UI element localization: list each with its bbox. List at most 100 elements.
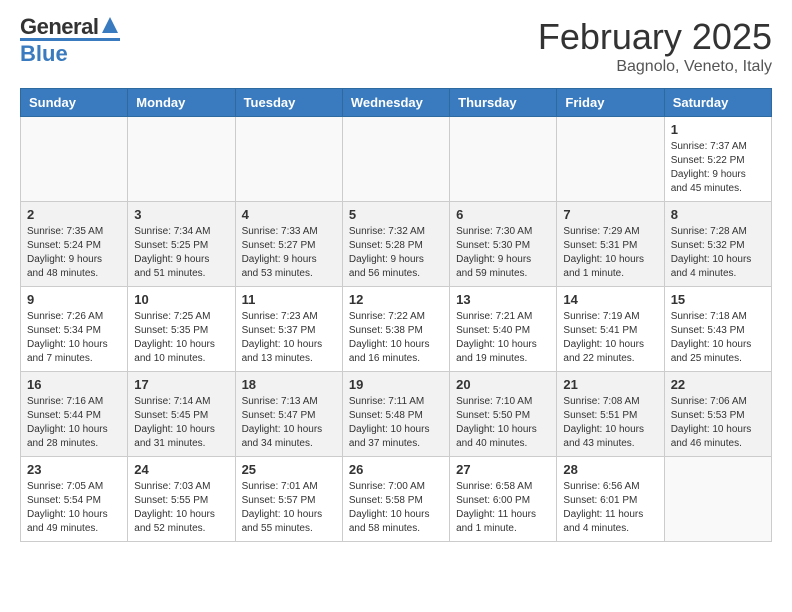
- day-info: Sunrise: 7:19 AM Sunset: 5:41 PM Dayligh…: [563, 310, 657, 366]
- day-number: 5: [349, 207, 443, 222]
- calendar-header-saturday: Saturday: [664, 89, 771, 117]
- logo-general-text: General: [20, 16, 98, 38]
- day-info: Sunrise: 7:06 AM Sunset: 5:53 PM Dayligh…: [671, 395, 765, 451]
- calendar-cell: 3 Sunrise: 7:34 AM Sunset: 5:25 PM Daylig…: [128, 202, 235, 287]
- calendar-cell: 8Sunrise: 7:28 AM Sunset: 5:32 PM Daylig…: [664, 202, 771, 287]
- day-info: Sunrise: 7:22 AM Sunset: 5:38 PM Dayligh…: [349, 310, 443, 366]
- day-info: Sunrise: 7:25 AM Sunset: 5:35 PM Dayligh…: [134, 310, 228, 366]
- day-number: 22: [671, 377, 765, 392]
- day-info: Sunrise: 7:32 AM Sunset: 5:28 PM Dayligh…: [349, 225, 443, 281]
- calendar-cell: 21 Sunrise: 7:08 AM Sunset: 5:51 PM Dayli…: [557, 372, 664, 457]
- day-info: Sunrise: 7:11 AM Sunset: 5:48 PM Dayligh…: [349, 395, 443, 451]
- calendar-cell: 12 Sunrise: 7:22 AM Sunset: 5:38 PM Dayli…: [342, 287, 449, 372]
- calendar-cell: [664, 457, 771, 542]
- calendar-cell: 16Sunrise: 7:16 AM Sunset: 5:44 PM Dayli…: [21, 372, 128, 457]
- calendar-table: SundayMondayTuesdayWednesdayThursdayFrid…: [20, 88, 772, 542]
- calendar-cell: 22 Sunrise: 7:06 AM Sunset: 5:53 PM Dayli…: [664, 372, 771, 457]
- calendar-cell: 27 Sunrise: 6:58 AM Sunset: 6:00 PM Dayli…: [450, 457, 557, 542]
- day-info: Sunrise: 7:30 AM Sunset: 5:30 PM Dayligh…: [456, 225, 550, 281]
- day-info: Sunrise: 7:23 AM Sunset: 5:37 PM Dayligh…: [242, 310, 336, 366]
- calendar-cell: 11 Sunrise: 7:23 AM Sunset: 5:37 PM Dayli…: [235, 287, 342, 372]
- day-info: Sunrise: 7:00 AM Sunset: 5:58 PM Dayligh…: [349, 480, 443, 536]
- day-number: 13: [456, 292, 550, 307]
- day-info: Sunrise: 7:05 AM Sunset: 5:54 PM Dayligh…: [27, 480, 121, 536]
- calendar-cell: 28 Sunrise: 6:56 AM Sunset: 6:01 PM Dayli…: [557, 457, 664, 542]
- day-info: Sunrise: 7:35 AM Sunset: 5:24 PM Dayligh…: [27, 225, 121, 281]
- main-container: General Blue February 2025 Bagnolo, Vene…: [0, 0, 792, 562]
- calendar-cell: 19 Sunrise: 7:11 AM Sunset: 5:48 PM Dayli…: [342, 372, 449, 457]
- day-number: 3: [134, 207, 228, 222]
- day-info: Sunrise: 7:03 AM Sunset: 5:55 PM Dayligh…: [134, 480, 228, 536]
- day-number: 28: [563, 462, 657, 477]
- day-number: 17: [134, 377, 228, 392]
- calendar-cell: 4 Sunrise: 7:33 AM Sunset: 5:27 PM Daylig…: [235, 202, 342, 287]
- calendar-cell: 24 Sunrise: 7:03 AM Sunset: 5:55 PM Dayli…: [128, 457, 235, 542]
- title-area: February 2025 Bagnolo, Veneto, Italy: [538, 16, 772, 76]
- calendar-cell: 17 Sunrise: 7:14 AM Sunset: 5:45 PM Dayli…: [128, 372, 235, 457]
- day-number: 20: [456, 377, 550, 392]
- day-info: Sunrise: 6:56 AM Sunset: 6:01 PM Dayligh…: [563, 480, 657, 536]
- calendar-cell: 15 Sunrise: 7:18 AM Sunset: 5:43 PM Dayli…: [664, 287, 771, 372]
- calendar-week-1: 1Sunrise: 7:37 AM Sunset: 5:22 PM Daylig…: [21, 117, 772, 202]
- day-info: Sunrise: 7:18 AM Sunset: 5:43 PM Dayligh…: [671, 310, 765, 366]
- day-info: Sunrise: 7:26 AM Sunset: 5:34 PM Dayligh…: [27, 310, 121, 366]
- day-number: 2: [27, 207, 121, 222]
- logo: General Blue: [20, 16, 120, 65]
- calendar-week-4: 16Sunrise: 7:16 AM Sunset: 5:44 PM Dayli…: [21, 372, 772, 457]
- logo-icon: [100, 15, 120, 35]
- calendar-header-monday: Monday: [128, 89, 235, 117]
- day-info: Sunrise: 7:10 AM Sunset: 5:50 PM Dayligh…: [456, 395, 550, 451]
- calendar-cell: 26 Sunrise: 7:00 AM Sunset: 5:58 PM Dayli…: [342, 457, 449, 542]
- day-info: Sunrise: 6:58 AM Sunset: 6:00 PM Dayligh…: [456, 480, 550, 536]
- calendar-cell: 7Sunrise: 7:29 AM Sunset: 5:31 PM Daylig…: [557, 202, 664, 287]
- calendar-cell: 13 Sunrise: 7:21 AM Sunset: 5:40 PM Dayli…: [450, 287, 557, 372]
- day-number: 21: [563, 377, 657, 392]
- calendar-week-3: 9 Sunrise: 7:26 AM Sunset: 5:34 PM Daylig…: [21, 287, 772, 372]
- calendar-cell: 10 Sunrise: 7:25 AM Sunset: 5:35 PM Dayli…: [128, 287, 235, 372]
- calendar-header-row: SundayMondayTuesdayWednesdayThursdayFrid…: [21, 89, 772, 117]
- day-number: 14: [563, 292, 657, 307]
- day-info: Sunrise: 7:16 AM Sunset: 5:44 PM Dayligh…: [27, 395, 121, 451]
- day-info: Sunrise: 7:01 AM Sunset: 5:57 PM Dayligh…: [242, 480, 336, 536]
- day-number: 24: [134, 462, 228, 477]
- calendar-cell: [557, 117, 664, 202]
- day-number: 18: [242, 377, 336, 392]
- day-info: Sunrise: 7:21 AM Sunset: 5:40 PM Dayligh…: [456, 310, 550, 366]
- day-number: 25: [242, 462, 336, 477]
- day-info: Sunrise: 7:29 AM Sunset: 5:31 PM Dayligh…: [563, 225, 657, 281]
- day-info: Sunrise: 7:08 AM Sunset: 5:51 PM Dayligh…: [563, 395, 657, 451]
- day-number: 15: [671, 292, 765, 307]
- calendar-cell: [128, 117, 235, 202]
- location: Bagnolo, Veneto, Italy: [538, 58, 772, 76]
- calendar-header-thursday: Thursday: [450, 89, 557, 117]
- calendar-header-wednesday: Wednesday: [342, 89, 449, 117]
- calendar-header-friday: Friday: [557, 89, 664, 117]
- day-number: 9: [27, 292, 121, 307]
- calendar-cell: 6Sunrise: 7:30 AM Sunset: 5:30 PM Daylig…: [450, 202, 557, 287]
- calendar-cell: 23 Sunrise: 7:05 AM Sunset: 5:54 PM Dayli…: [21, 457, 128, 542]
- day-info: Sunrise: 7:13 AM Sunset: 5:47 PM Dayligh…: [242, 395, 336, 451]
- calendar-header-sunday: Sunday: [21, 89, 128, 117]
- day-number: 10: [134, 292, 228, 307]
- calendar-cell: [450, 117, 557, 202]
- calendar-cell: 14 Sunrise: 7:19 AM Sunset: 5:41 PM Dayli…: [557, 287, 664, 372]
- day-number: 4: [242, 207, 336, 222]
- calendar-cell: 9 Sunrise: 7:26 AM Sunset: 5:34 PM Daylig…: [21, 287, 128, 372]
- day-info: Sunrise: 7:37 AM Sunset: 5:22 PM Dayligh…: [671, 140, 765, 196]
- calendar-cell: 2 Sunrise: 7:35 AM Sunset: 5:24 PM Daylig…: [21, 202, 128, 287]
- calendar-cell: 20 Sunrise: 7:10 AM Sunset: 5:50 PM Dayli…: [450, 372, 557, 457]
- calendar-cell: 5 Sunrise: 7:32 AM Sunset: 5:28 PM Daylig…: [342, 202, 449, 287]
- day-number: 23: [27, 462, 121, 477]
- calendar-week-2: 2 Sunrise: 7:35 AM Sunset: 5:24 PM Daylig…: [21, 202, 772, 287]
- day-info: Sunrise: 7:14 AM Sunset: 5:45 PM Dayligh…: [134, 395, 228, 451]
- day-info: Sunrise: 7:34 AM Sunset: 5:25 PM Dayligh…: [134, 225, 228, 281]
- day-number: 19: [349, 377, 443, 392]
- day-info: Sunrise: 7:28 AM Sunset: 5:32 PM Dayligh…: [671, 225, 765, 281]
- day-number: 12: [349, 292, 443, 307]
- day-info: Sunrise: 7:33 AM Sunset: 5:27 PM Dayligh…: [242, 225, 336, 281]
- header: General Blue February 2025 Bagnolo, Vene…: [20, 16, 772, 76]
- day-number: 26: [349, 462, 443, 477]
- day-number: 11: [242, 292, 336, 307]
- calendar-week-5: 23 Sunrise: 7:05 AM Sunset: 5:54 PM Dayli…: [21, 457, 772, 542]
- day-number: 27: [456, 462, 550, 477]
